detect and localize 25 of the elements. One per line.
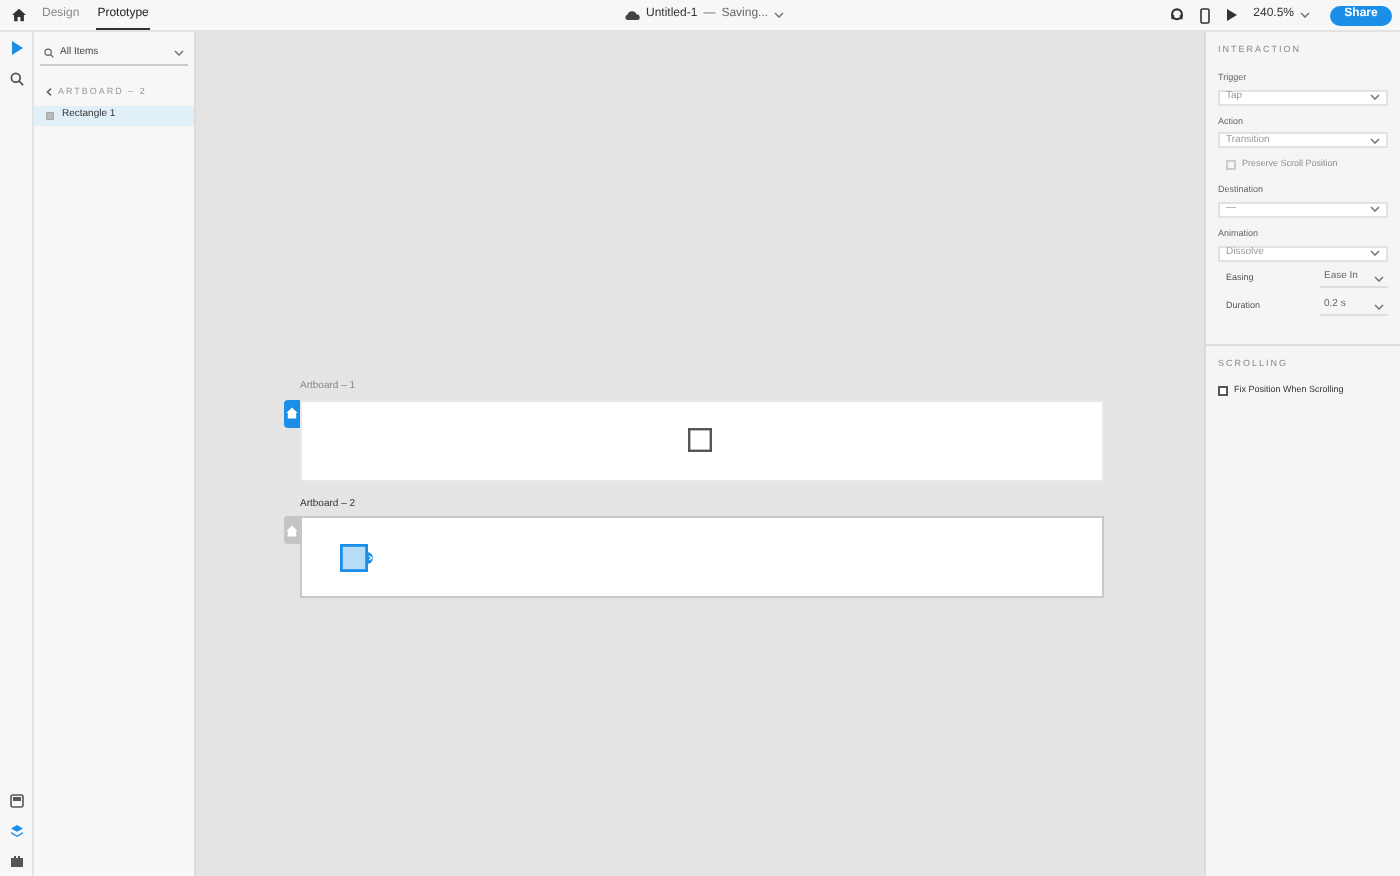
caret-icon — [174, 50, 184, 56]
checkbox[interactable] — [1218, 386, 1228, 397]
caret-icon — [1370, 94, 1380, 100]
arrow-icon[interactable] — [9, 40, 23, 56]
rectangle-shape[interactable] — [340, 544, 378, 572]
caret-icon — [1370, 250, 1380, 256]
home-marker[interactable] — [284, 516, 300, 544]
back-icon — [46, 88, 52, 97]
caret-icon[interactable] — [774, 12, 785, 18]
play-icon[interactable] — [1225, 8, 1238, 22]
caret-icon — [1374, 275, 1384, 281]
home-icon[interactable] — [12, 8, 26, 22]
cloud-icon — [624, 10, 640, 20]
caret-icon — [1374, 303, 1384, 309]
caret-icon — [1300, 12, 1310, 18]
document-icon[interactable] — [9, 794, 23, 808]
search-icon[interactable] — [9, 72, 23, 86]
phone-icon[interactable] — [1199, 7, 1210, 23]
rectangle-icon — [46, 111, 54, 120]
caret-icon — [1370, 137, 1380, 144]
layers-icon[interactable] — [9, 824, 23, 838]
home-marker[interactable] — [284, 399, 300, 427]
rectangle-shape[interactable] — [688, 427, 712, 451]
search-icon — [44, 48, 54, 58]
caret-icon — [1370, 206, 1380, 213]
